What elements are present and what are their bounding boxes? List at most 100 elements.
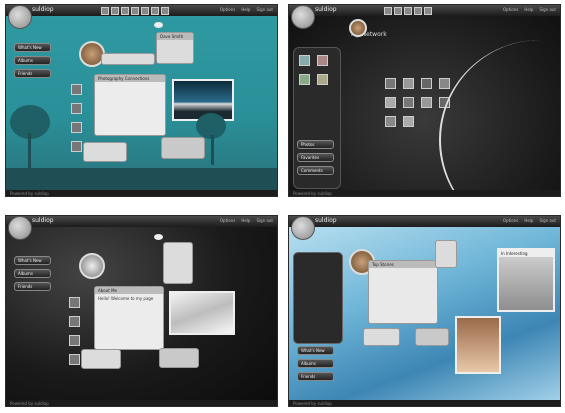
status-text: Powered by suldiop: [10, 191, 49, 196]
screenshot-teal-dashboard: suldiop Options Help Sign out What's New…: [5, 4, 278, 197]
profile-card: [163, 242, 193, 284]
help-link[interactable]: Help: [524, 218, 533, 223]
toolbar-links: Options Help Sign out: [220, 7, 273, 12]
options-link[interactable]: Options: [220, 7, 235, 12]
album-thumbnail[interactable]: [71, 103, 82, 114]
toolbar-strip: [101, 53, 155, 65]
settings-icon[interactable]: [424, 7, 432, 15]
menu-item-comments[interactable]: Comments: [297, 166, 334, 175]
help-link[interactable]: Help: [524, 7, 533, 12]
top-toolbar: suldiop Options Help Sign out: [6, 5, 277, 16]
photo-icon[interactable]: [394, 7, 402, 15]
menu-item-whats-new[interactable]: What's New: [14, 256, 51, 265]
network-node[interactable]: [403, 97, 415, 108]
car-photo[interactable]: [169, 291, 235, 335]
album-thumbnail[interactable]: [69, 297, 80, 308]
screenshot-black-dashboard: suldiop Options Help Sign out What's New…: [5, 215, 278, 407]
group-photo-card[interactable]: In Interesting: [497, 248, 555, 312]
home-icon[interactable]: [384, 7, 392, 15]
friend-list: [294, 48, 340, 94]
comment-card: [363, 328, 400, 346]
menu-item-albums[interactable]: Albums: [14, 269, 51, 278]
app-logo[interactable]: [8, 216, 32, 240]
status-text: Powered by suldiop: [293, 401, 332, 406]
speech-bubble-icon[interactable]: [154, 22, 163, 28]
options-link[interactable]: Options: [220, 218, 235, 223]
help-link[interactable]: Help: [241, 7, 250, 12]
top-toolbar: suldiop Options Help Sign out: [289, 216, 560, 227]
options-link[interactable]: Options: [503, 218, 518, 223]
menu-item-albums[interactable]: Albums: [297, 359, 334, 368]
network-node[interactable]: [421, 78, 433, 89]
menu-item-friends[interactable]: Friends: [14, 69, 51, 78]
photo-caption: In Interesting: [499, 250, 553, 257]
avatar[interactable]: [79, 253, 105, 279]
friend-thumbnail[interactable]: [299, 74, 310, 85]
people-icon[interactable]: [404, 7, 412, 15]
friend-thumbnail[interactable]: [299, 55, 310, 66]
sign-out-link[interactable]: Sign out: [256, 7, 273, 12]
note-title: Top Stories: [369, 261, 437, 268]
ground: [6, 168, 277, 190]
menu-item-whats-new[interactable]: What's New: [297, 346, 334, 355]
app-logo[interactable]: [8, 5, 32, 29]
sign-out-link[interactable]: Sign out: [256, 218, 273, 223]
people-icon[interactable]: [121, 7, 129, 15]
side-menu: What's New Albums Friends: [14, 43, 51, 78]
album-thumbnail[interactable]: [71, 141, 82, 152]
avatar[interactable]: [349, 19, 367, 37]
toolbar-links: Options Help Sign out: [503, 7, 556, 12]
note-title: About Me: [95, 287, 163, 294]
network-node[interactable]: [403, 116, 415, 127]
friend-thumbnail[interactable]: [317, 74, 329, 85]
chat-card: [415, 328, 449, 346]
app-logo[interactable]: [291, 216, 315, 240]
network-node[interactable]: [385, 116, 396, 127]
album-thumbnail[interactable]: [69, 335, 80, 346]
menu-item-friends[interactable]: Friends: [14, 282, 51, 291]
album-thumbnail[interactable]: [69, 316, 80, 327]
brand-name: suldiop: [315, 6, 337, 13]
menu-item-friends[interactable]: Friends: [297, 372, 334, 381]
network-node[interactable]: [385, 97, 396, 108]
brand-name: suldiop: [32, 6, 54, 13]
photo-icon[interactable]: [111, 7, 119, 15]
menu-item-photos[interactable]: Photos: [297, 140, 334, 149]
tree-trunk: [211, 135, 214, 165]
mail-icon[interactable]: [131, 7, 139, 15]
mail-icon[interactable]: [414, 7, 422, 15]
network-node[interactable]: [421, 97, 433, 108]
album-thumbnail[interactable]: [71, 84, 82, 95]
side-menu: What's New Albums Friends: [297, 346, 334, 381]
album-thumbnail[interactable]: [71, 122, 82, 133]
menu-item-whats-new[interactable]: What's New: [14, 43, 51, 52]
note-text: Hello! Welcome to my page: [98, 296, 154, 301]
top-toolbar: suldiop Options Help Sign out: [6, 216, 277, 227]
network-node[interactable]: [403, 78, 415, 89]
album-thumbnail[interactable]: [69, 354, 80, 365]
music-icon[interactable]: [151, 7, 159, 15]
profile-name: Dave Smith: [157, 33, 193, 40]
options-link[interactable]: Options: [503, 7, 518, 12]
home-icon[interactable]: [101, 7, 109, 15]
sign-out-link[interactable]: Sign out: [539, 218, 556, 223]
menu-item-albums[interactable]: Albums: [14, 56, 51, 65]
sign-out-link[interactable]: Sign out: [539, 7, 556, 12]
menu-item-favorites[interactable]: Favorites: [297, 153, 334, 162]
comment-card: [83, 142, 127, 162]
network-node[interactable]: [385, 78, 396, 89]
profile-card: [435, 240, 457, 268]
app-logo[interactable]: [291, 5, 315, 29]
side-menu: What's New Albums Friends: [14, 256, 51, 291]
toolbar-icons: [101, 7, 169, 15]
portrait-photo[interactable]: [455, 316, 501, 374]
network-orbit-line: [439, 40, 560, 196]
screenshot-sky-dashboard: suldiop Options Help Sign out What's New…: [288, 215, 561, 407]
friend-thumbnail[interactable]: [317, 55, 329, 66]
speech-bubble-icon[interactable]: [154, 234, 163, 240]
settings-icon[interactable]: [161, 7, 169, 15]
network-node[interactable]: [439, 78, 451, 89]
toolbar-icons: [384, 7, 432, 15]
help-link[interactable]: Help: [241, 218, 250, 223]
calendar-icon[interactable]: [141, 7, 149, 15]
